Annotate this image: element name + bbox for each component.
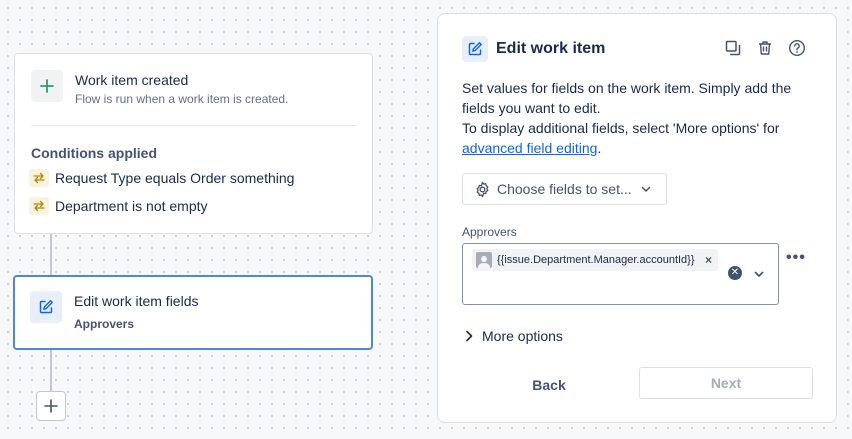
swap-arrows-icon: [29, 169, 49, 187]
flow-connector-top: [50, 234, 52, 275]
clear-icon[interactable]: ✕: [728, 266, 742, 280]
next-button[interactable]: Next: [639, 367, 813, 399]
condition-item: Department is not empty: [29, 197, 372, 215]
plus-icon: [44, 399, 58, 413]
user-avatar-icon: [476, 252, 492, 268]
chip-remove-button[interactable]: ×: [701, 253, 712, 267]
trash-icon[interactable]: [756, 39, 774, 57]
condition-text: Department is not empty: [55, 198, 208, 214]
help-icon[interactable]: [788, 39, 806, 57]
edit-work-item-panel: Edit work item Set values for fields on …: [437, 13, 837, 423]
more-options-label: More options: [482, 328, 563, 344]
add-step-button[interactable]: [36, 391, 66, 421]
advanced-field-editing-link[interactable]: advanced field editing: [462, 140, 597, 156]
edit-icon: [30, 291, 62, 323]
chevron-down-icon[interactable]: [753, 268, 765, 280]
approvers-field[interactable]: {{issue.Department.Manager.accountId}} ×…: [462, 243, 779, 305]
back-button[interactable]: Back: [510, 369, 588, 401]
choose-fields-dropdown[interactable]: Choose fields to set...: [462, 173, 667, 205]
action-subtitle: Approvers: [74, 317, 135, 331]
trigger-card[interactable]: Work item created Flow is run when a wor…: [14, 53, 373, 234]
swap-arrows-icon: [29, 197, 49, 215]
approver-chip-text: {{issue.Department.Manager.accountId}}: [497, 254, 695, 266]
conditions-heading: Conditions applied: [31, 145, 157, 161]
approver-chip: {{issue.Department.Manager.accountId}} ×: [472, 249, 718, 271]
condition-text: Request Type equals Order something: [55, 170, 295, 186]
action-card[interactable]: Edit work item fields Approvers: [13, 275, 373, 350]
condition-item: Request Type equals Order something: [29, 169, 372, 187]
panel-description: Set values for fields on the work item. …: [462, 80, 792, 156]
duplicate-icon[interactable]: [724, 39, 742, 57]
trigger-subtitle: Flow is run when a work item is created.: [75, 92, 289, 106]
plus-icon: [31, 70, 63, 102]
action-title: Edit work item fields: [74, 293, 199, 309]
more-actions-button[interactable]: •••: [786, 249, 806, 267]
edit-icon: [462, 36, 488, 62]
trigger-title: Work item created: [75, 72, 189, 88]
chevron-right-icon: [466, 330, 473, 342]
choose-fields-label: Choose fields to set...: [497, 181, 632, 197]
divider: [31, 125, 356, 126]
panel-title: Edit work item: [496, 40, 606, 57]
more-options-toggle[interactable]: More options: [464, 328, 563, 344]
gear-icon: [476, 181, 489, 197]
flow-connector-bottom: [50, 350, 52, 391]
approvers-label: Approvers: [462, 225, 517, 239]
chevron-down-icon: [641, 186, 650, 192]
